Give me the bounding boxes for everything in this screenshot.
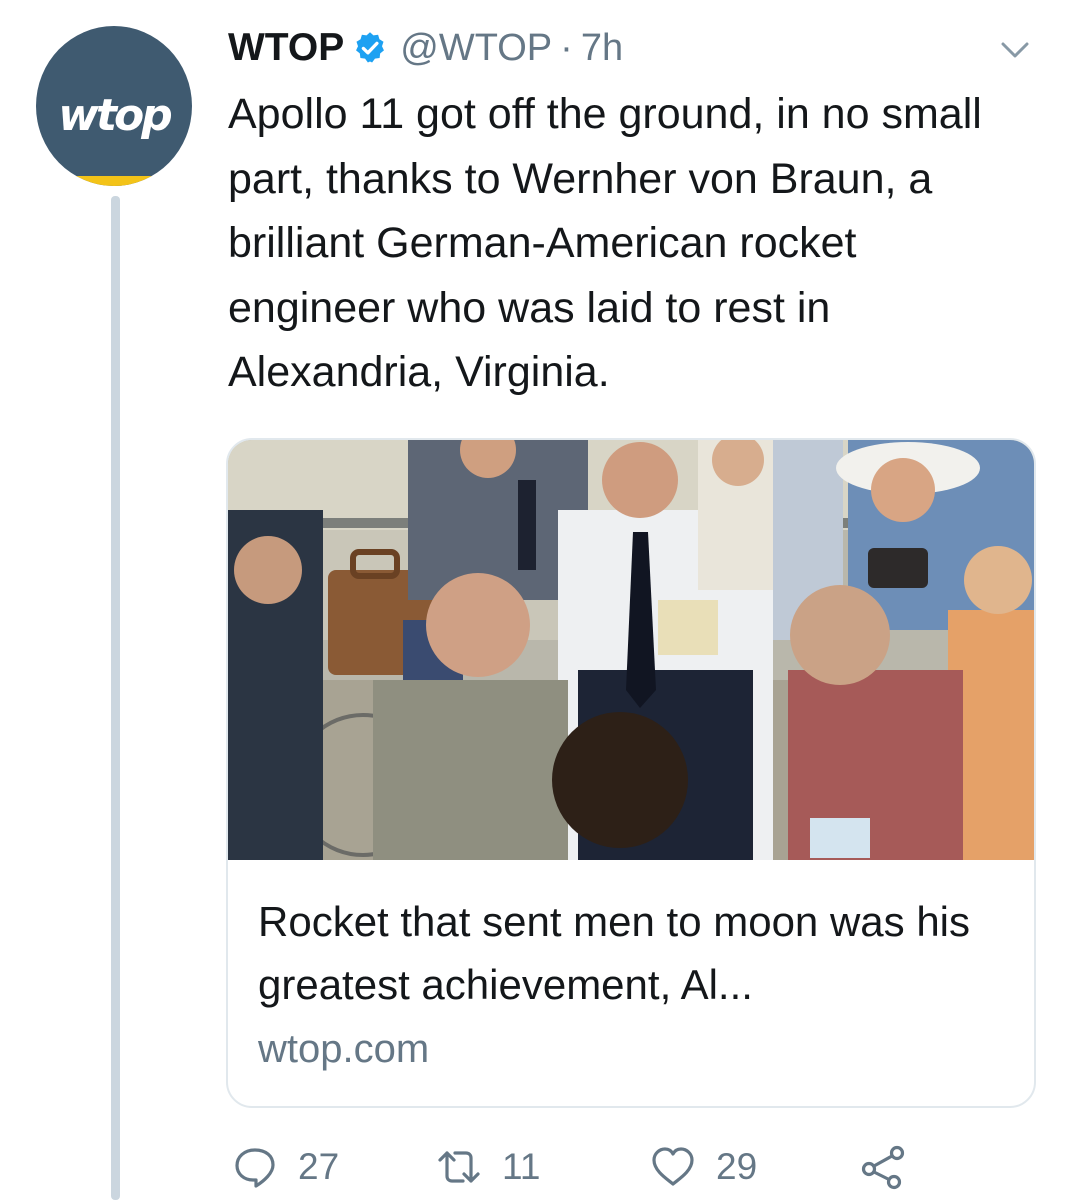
retweet-count: 11 <box>502 1146 541 1187</box>
reply-button[interactable]: 27 <box>232 1140 339 1194</box>
thread-line <box>111 196 120 1200</box>
verified-badge-icon <box>356 32 385 63</box>
card-photo <box>228 440 1034 860</box>
heart-icon <box>652 1147 694 1186</box>
avatar-stripe <box>36 176 192 186</box>
tweet-timestamp[interactable]: 7h <box>581 27 623 70</box>
meta-separator: · <box>560 26 573 69</box>
display-name[interactable]: WTOP <box>228 26 344 70</box>
card-title[interactable]: Rocket that sent men to moon was his gre… <box>258 890 1018 1016</box>
like-count: 29 <box>716 1146 758 1187</box>
share-icon <box>861 1145 905 1190</box>
retweet-button[interactable]: 11 <box>436 1140 540 1194</box>
user-handle[interactable]: @WTOP <box>400 27 552 70</box>
tweet-header: WTOP @WTOP · 7h <box>228 22 623 74</box>
link-card[interactable]: Rocket that sent men to moon was his gre… <box>226 438 1036 1108</box>
reply-count: 27 <box>298 1146 340 1187</box>
retweet-icon <box>438 1151 480 1183</box>
share-button[interactable] <box>860 1140 906 1194</box>
reply-icon <box>235 1148 275 1188</box>
tweet-text: Apollo 11 got off the ground, in no smal… <box>228 90 982 396</box>
avatar[interactable]: wtop <box>36 26 192 186</box>
avatar-logo-text: wtop <box>58 90 172 141</box>
like-button[interactable]: 29 <box>650 1140 757 1194</box>
chevron-down-icon[interactable] <box>998 36 1032 64</box>
card-domain[interactable]: wtop.com <box>258 1024 429 1074</box>
